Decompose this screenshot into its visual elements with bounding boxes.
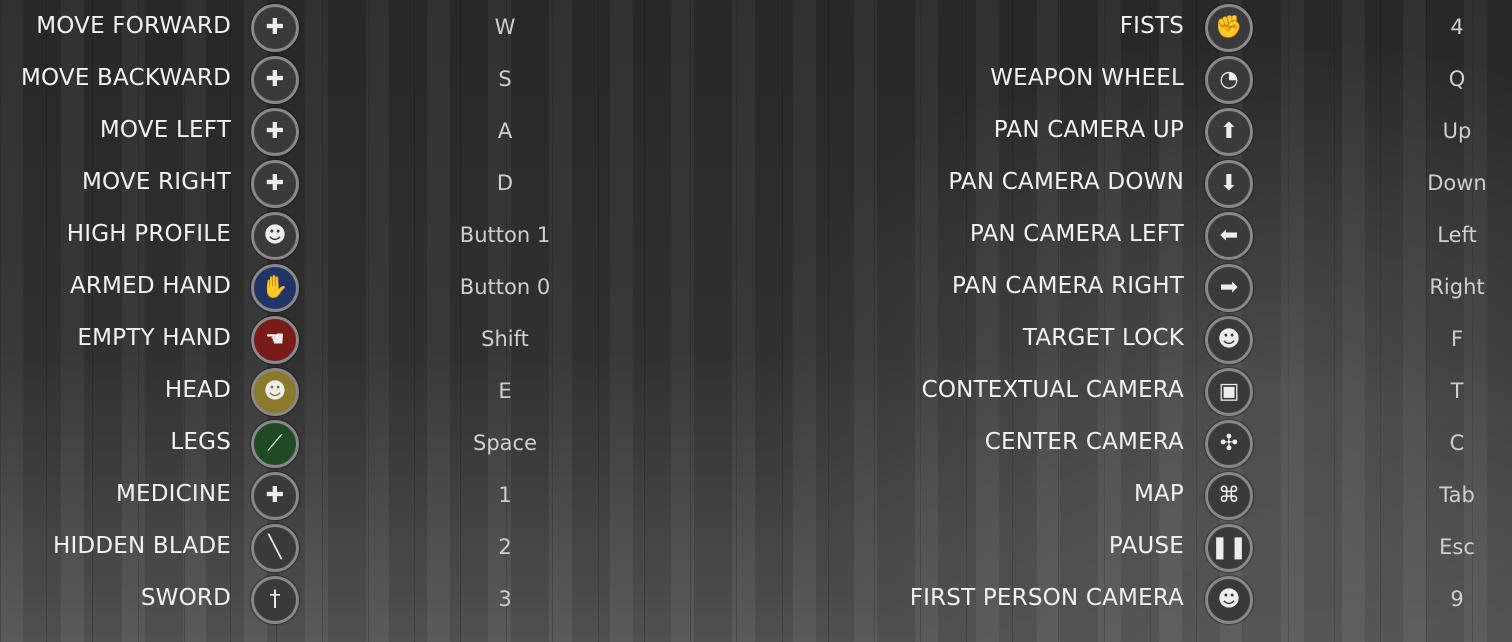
action-label: PAN CAMERA DOWN [948, 169, 1184, 195]
action-label: PAN CAMERA UP [993, 117, 1184, 143]
key-binding[interactable]: C [1387, 431, 1512, 455]
action-label: PAN CAMERA LEFT [969, 221, 1184, 247]
control-row[interactable]: FISTS ✊ 4 [0, 2, 1512, 54]
icon-glyph: ⬇ [1219, 171, 1239, 196]
control-row[interactable]: PAN CAMERA LEFT ⬅ Left [0, 210, 1512, 262]
key-binding[interactable]: Down [1387, 171, 1512, 195]
control-row[interactable]: FIRST PERSON CAMERA ☻ 9 [0, 574, 1512, 626]
key-binding[interactable]: F [1387, 327, 1512, 351]
key-binding[interactable]: Esc [1387, 535, 1512, 559]
action-label: CONTEXTUAL CAMERA [921, 377, 1184, 403]
action-label: TARGET LOCK [1022, 325, 1184, 351]
icon-glyph: ❚❚ [1210, 535, 1248, 560]
icon-glyph: ✊ [1215, 15, 1243, 40]
icon-glyph: ⬆ [1219, 119, 1239, 144]
action-label: PAUSE [1108, 533, 1184, 559]
key-binding[interactable]: Q [1387, 67, 1512, 91]
action-label: CENTER CAMERA [984, 429, 1184, 455]
arrow-up-icon: ⬆ [1205, 108, 1253, 156]
action-label: MAP [1133, 481, 1184, 507]
map-icon: ⌘ [1205, 472, 1253, 520]
center-camera-icon: ✣ [1205, 420, 1253, 468]
control-row[interactable]: TARGET LOCK ☻ F [0, 314, 1512, 366]
control-row[interactable]: PAN CAMERA UP ⬆ Up [0, 106, 1512, 158]
arrow-right-icon: ➡ [1205, 264, 1253, 312]
key-binding[interactable]: T [1387, 379, 1512, 403]
control-row[interactable]: PAN CAMERA RIGHT ➡ Right [0, 262, 1512, 314]
arrow-down-icon: ⬇ [1205, 160, 1253, 208]
camera-icon: ▣ [1205, 368, 1253, 416]
key-binding[interactable]: 9 [1387, 587, 1512, 611]
icon-glyph: ✣ [1219, 431, 1239, 456]
icon-glyph: ☻ [1217, 327, 1241, 352]
action-label: FIRST PERSON CAMERA [909, 585, 1184, 611]
key-binding[interactable]: Left [1387, 223, 1512, 247]
icon-glyph: ⬅ [1219, 223, 1239, 248]
icon-glyph: ☻ [1217, 587, 1241, 612]
icon-glyph: ➡ [1219, 275, 1239, 300]
icon-glyph: ▣ [1218, 379, 1240, 404]
key-binding[interactable]: 4 [1387, 15, 1512, 39]
control-row[interactable]: MAP ⌘ Tab [0, 470, 1512, 522]
key-binding[interactable]: Up [1387, 119, 1512, 143]
pause-icon: ❚❚ [1205, 524, 1253, 572]
head-lock-icon: ☻ [1205, 316, 1253, 364]
control-row[interactable]: WEAPON WHEEL ◔ Q [0, 54, 1512, 106]
action-label: PAN CAMERA RIGHT [951, 273, 1184, 299]
icon-glyph: ◔ [1219, 67, 1239, 92]
icon-glyph: ⌘ [1218, 483, 1240, 508]
control-row[interactable]: PAUSE ❚❚ Esc [0, 522, 1512, 574]
control-row[interactable]: PAN CAMERA DOWN ⬇ Down [0, 158, 1512, 210]
arrow-left-icon: ⬅ [1205, 212, 1253, 260]
fist-icon: ✊ [1205, 4, 1253, 52]
head-camera-icon: ☻ [1205, 576, 1253, 624]
key-binding[interactable]: Tab [1387, 483, 1512, 507]
weapon-wheel-icon: ◔ [1205, 56, 1253, 104]
action-label: WEAPON WHEEL [990, 65, 1184, 91]
control-row[interactable]: CENTER CAMERA ✣ C [0, 418, 1512, 470]
key-binding[interactable]: Right [1387, 275, 1512, 299]
action-label: FISTS [1119, 13, 1184, 39]
control-row[interactable]: CONTEXTUAL CAMERA ▣ T [0, 366, 1512, 418]
